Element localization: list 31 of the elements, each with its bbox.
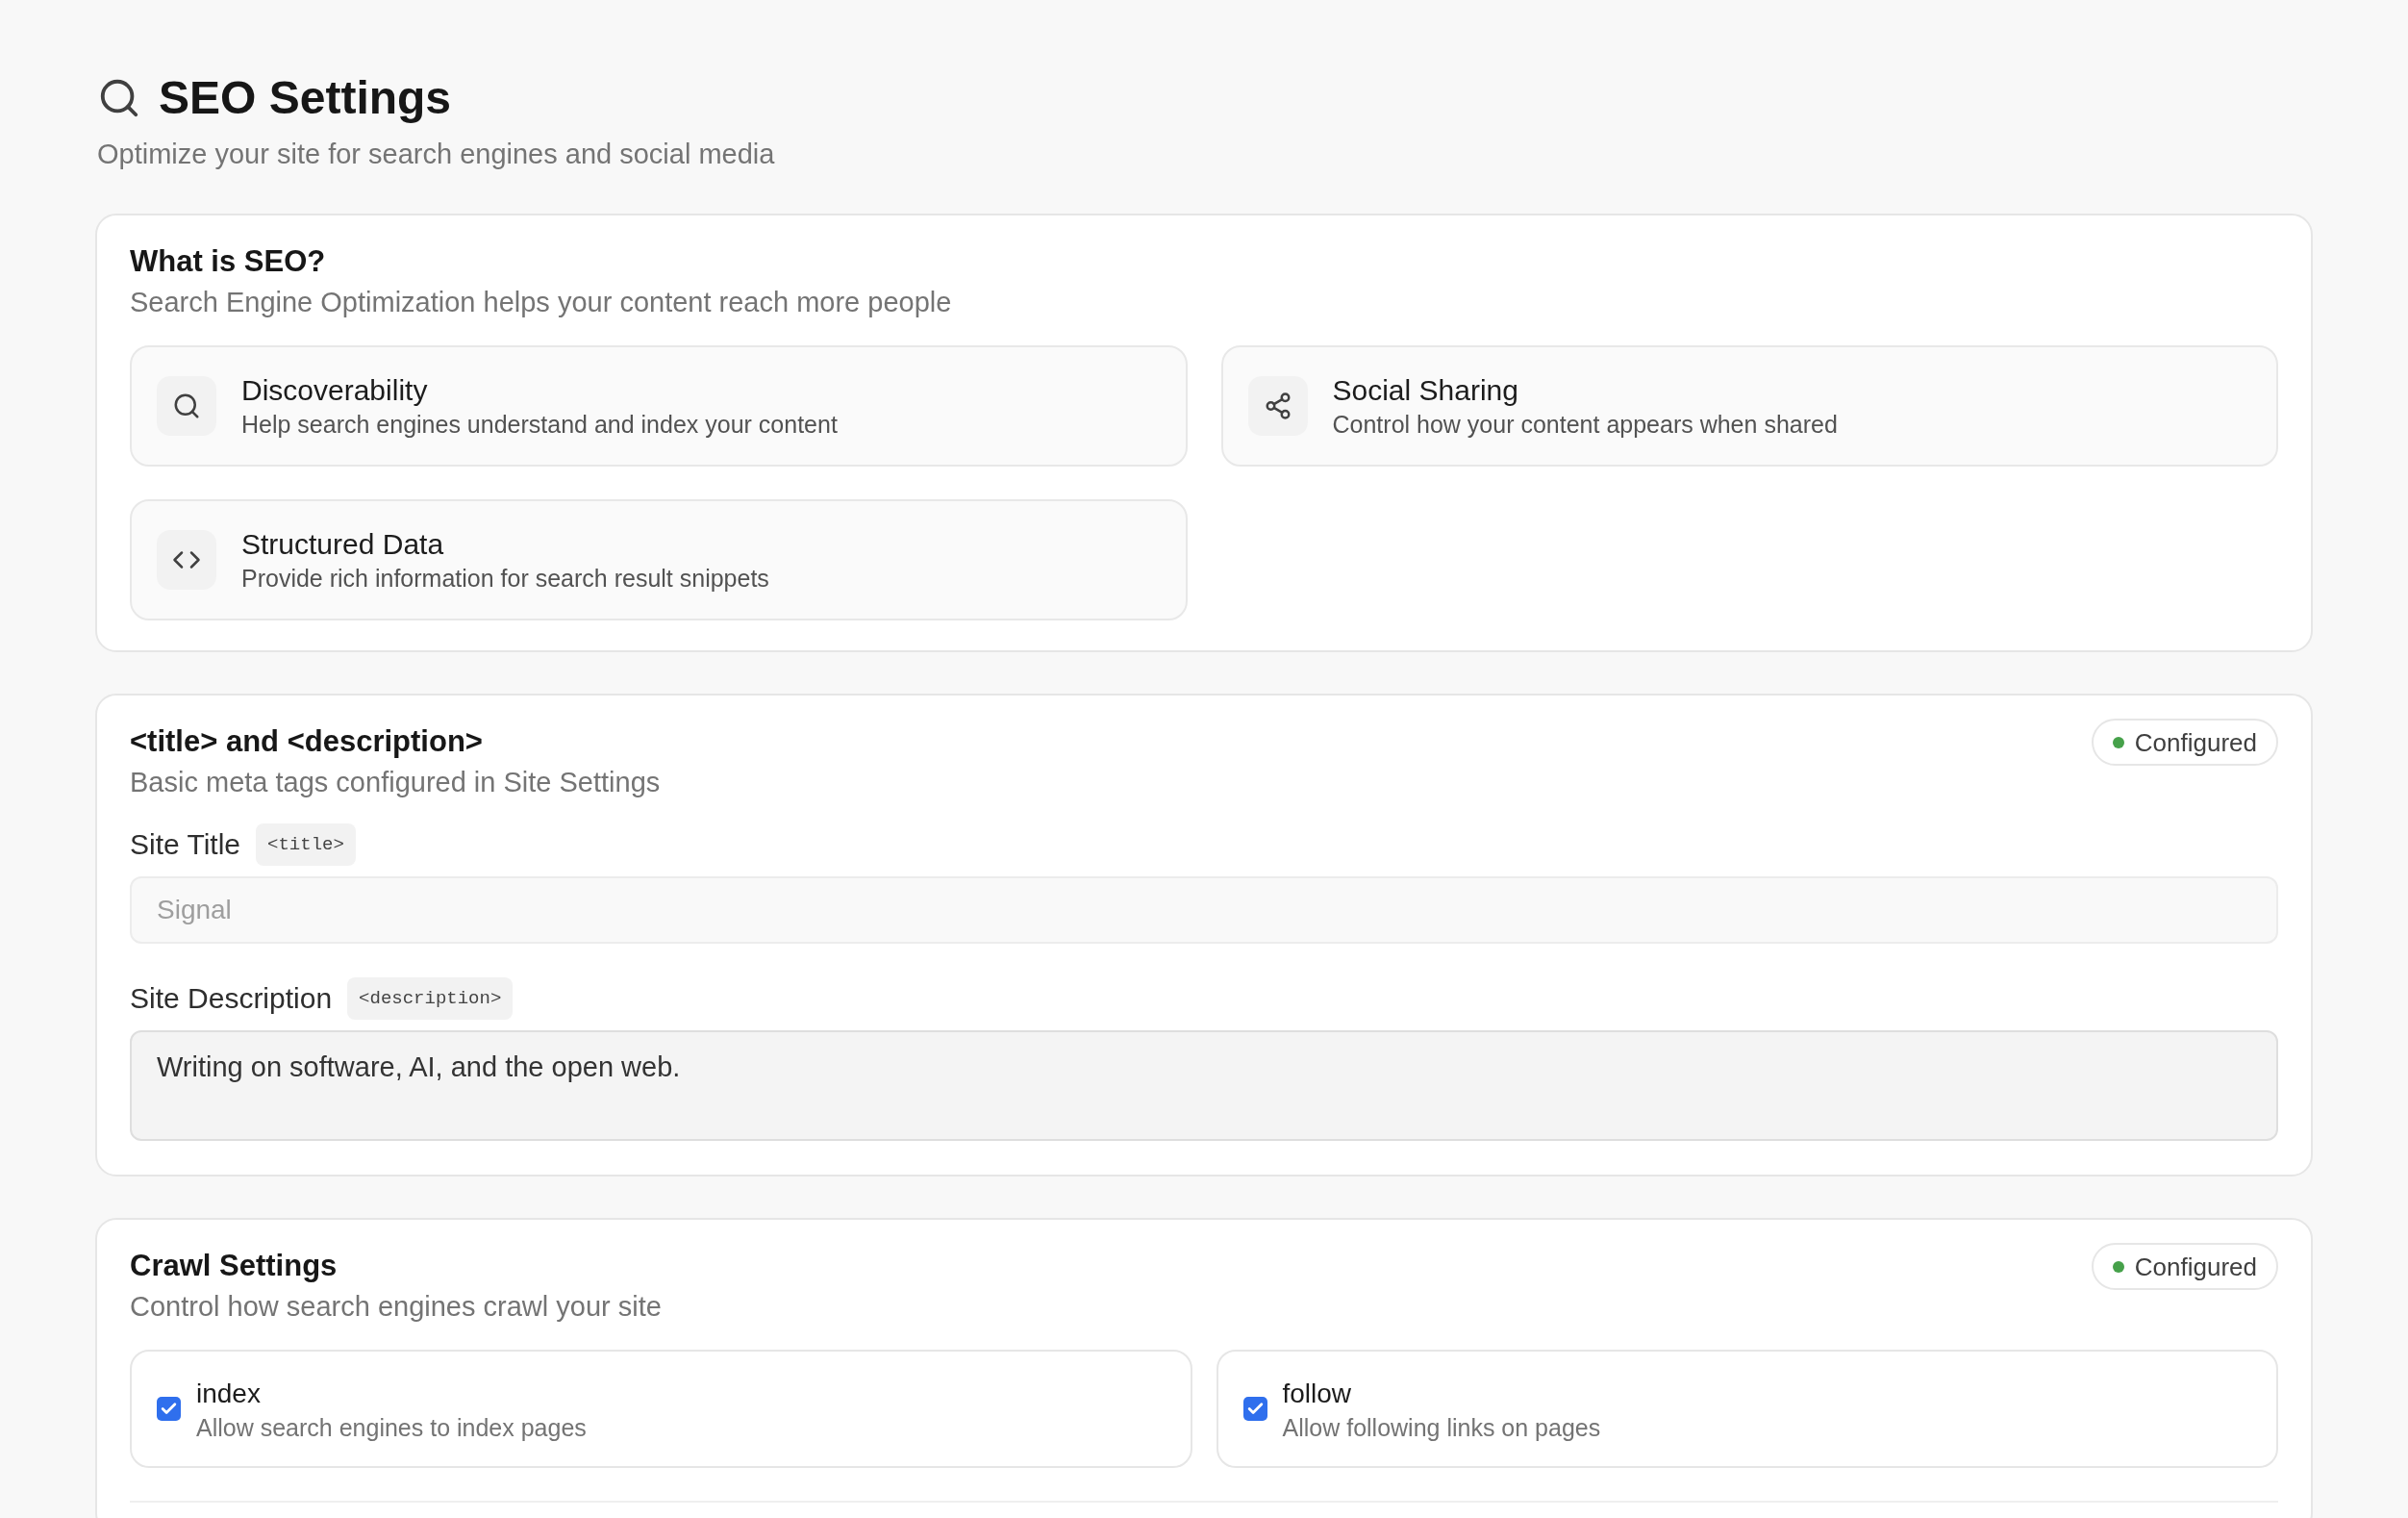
feature-description: Provide rich information for search result snippets [241, 564, 769, 594]
option-description: Allow search engines to index pages [196, 1412, 587, 1443]
checkbox[interactable] [157, 1397, 181, 1421]
feature-description: Help search engines understand and index your content [241, 410, 838, 440]
code-icon [157, 530, 216, 590]
card-description: Basic meta tags configured in Site Settings [130, 766, 661, 799]
status-label: Configured [2134, 729, 2257, 755]
card-title: <title> and <description> [130, 723, 483, 760]
feature-title: Structured Data [241, 527, 444, 562]
field-label: Site Title [130, 830, 241, 859]
card-description: Control how search engines crawl your site [130, 1290, 662, 1324]
code-tag: <description> [347, 977, 514, 1020]
option-description: Allow following links on pages [1282, 1412, 1601, 1443]
share-icon [1247, 376, 1308, 436]
option-label: index [196, 1377, 261, 1410]
checkbox[interactable] [1242, 1397, 1267, 1421]
field-label: Site Description [130, 984, 333, 1013]
text-field[interactable]: Signal [130, 876, 2278, 944]
option-label: follow [1282, 1377, 1352, 1410]
textarea-field[interactable]: Writing on software, AI, and the open web. [130, 1030, 2278, 1141]
card-title: Crawl Settings [130, 1248, 338, 1284]
feature-title: Social Sharing [1332, 373, 1518, 408]
feature-title: Discoverability [241, 373, 428, 408]
code-tag: <title> [256, 823, 356, 866]
page-title: SEO Settings [159, 71, 452, 125]
feature-description: Control how your content appears when shared [1332, 410, 1838, 440]
status-label: Configured [2134, 1253, 2257, 1279]
card-description: Search Engine Optimization helps your content reach more people [130, 286, 952, 319]
search-icon [157, 376, 216, 436]
page-subtitle: Optimize your site for search engines and social media [96, 138, 775, 171]
card-title: What is SEO? [130, 243, 326, 280]
